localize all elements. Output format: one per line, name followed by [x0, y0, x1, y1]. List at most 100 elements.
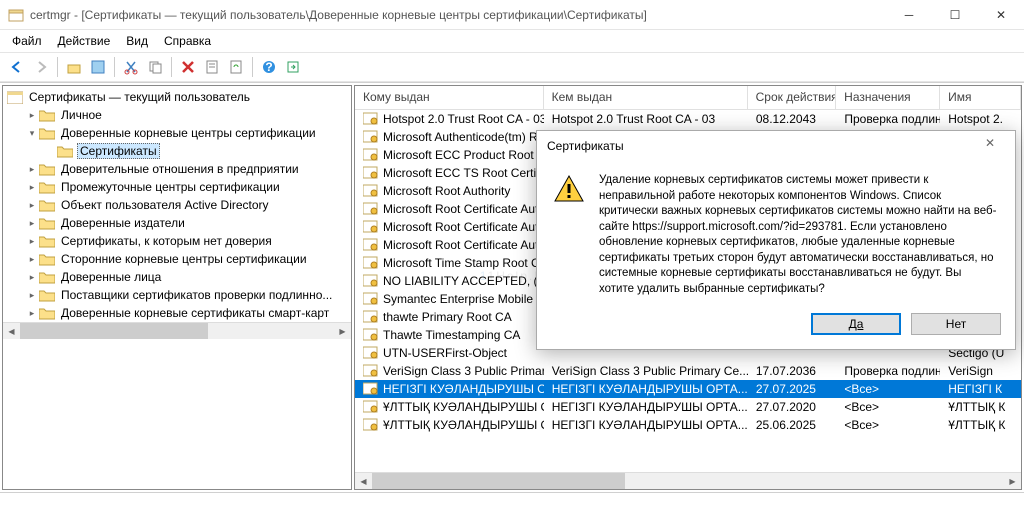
cell-issued-to: Hotspot 2.0 Trust Root CA - 03: [383, 112, 544, 126]
cell-issued-to: Microsoft Time Stamp Root Cer...: [383, 256, 544, 270]
cell-purpose: Проверка подлин...: [836, 112, 940, 126]
col-expiry[interactable]: Срок действия: [748, 86, 837, 109]
app-icon: [8, 7, 24, 23]
refresh-button[interactable]: [225, 56, 247, 78]
tree-item[interactable]: ▸ Доверенные корневые сертификаты смарт-к…: [3, 304, 351, 322]
expand-icon[interactable]: ▸: [25, 218, 39, 229]
maximize-button[interactable]: ☐: [932, 0, 978, 30]
forward-button[interactable]: [30, 56, 52, 78]
export-button[interactable]: [282, 56, 304, 78]
expand-icon[interactable]: ▸: [25, 308, 39, 319]
options-button[interactable]: [87, 56, 109, 78]
tree-scrollbar-h[interactable]: ◀▶: [3, 322, 351, 339]
yes-button[interactable]: Да: [811, 313, 901, 335]
cell-issued-to: Symantec Enterprise Mobile Ro...: [383, 292, 544, 306]
tree-item-label: Сертификаты, к которым нет доверия: [59, 234, 274, 248]
tree-item-label: Объект пользователя Active Directory: [59, 198, 271, 212]
cell-issued-to: Microsoft Authenticode(tm) Ro...: [383, 130, 544, 144]
menu-file[interactable]: Файл: [12, 34, 42, 48]
tree-item[interactable]: ▸ Поставщики сертификатов проверки подлин…: [3, 286, 351, 304]
cell-issued-to: Microsoft Root Certificate Auth...: [383, 202, 544, 216]
tree-root[interactable]: Сертификаты — текущий пользователь: [3, 88, 351, 106]
titlebar: certmgr - [Сертификаты — текущий пользов…: [0, 0, 1024, 30]
tree-item[interactable]: Сертификаты: [3, 142, 351, 160]
column-headers: Кому выдан Кем выдан Срок действия Назна…: [355, 86, 1021, 110]
cell-issued-by: VeriSign Class 3 Public Primary Ce...: [544, 364, 748, 378]
expand-icon[interactable]: ▸: [25, 110, 39, 121]
col-issued-by[interactable]: Кем выдан: [544, 86, 748, 109]
cell-issued-by: НЕГІЗГІ КУӘЛАНДЫРУШЫ ОРТА...: [544, 382, 748, 396]
tree-item[interactable]: ▸ Сертификаты, к которым нет доверия: [3, 232, 351, 250]
no-button[interactable]: Нет: [911, 313, 1001, 335]
expand-icon[interactable]: ▸: [25, 290, 39, 301]
col-issued-to[interactable]: Кому выдан: [355, 86, 544, 109]
tree-item-label: Поставщики сертификатов проверки подлинн…: [59, 288, 334, 302]
expand-icon[interactable]: ▸: [25, 182, 39, 193]
tree-item[interactable]: ▸Сторонние корневые центры сертификации: [3, 250, 351, 268]
tree-item-label: Доверенные издатели: [59, 216, 187, 230]
tree-item[interactable]: ▸ Объект пользователя Active Directory: [3, 196, 351, 214]
cut-button[interactable]: [120, 56, 142, 78]
expand-icon[interactable]: ▸: [25, 236, 39, 247]
cell-expiry: 27.07.2025: [748, 382, 836, 396]
help-button[interactable]: ?: [258, 56, 280, 78]
list-row[interactable]: VeriSign Class 3 Public Primary ...VeriS…: [355, 362, 1021, 380]
cell-issued-by: Hotspot 2.0 Trust Root CA - 03: [544, 112, 748, 126]
col-purpose[interactable]: Назначения: [836, 86, 940, 109]
cell-issued-by: НЕГІЗГІ КУӘЛАНДЫРУШЫ ОРТА...: [544, 418, 748, 432]
menu-view[interactable]: Вид: [126, 34, 148, 48]
close-button[interactable]: ✕: [978, 0, 1024, 30]
cell-name: НЕГІЗГІ К: [940, 382, 1021, 396]
tree-item[interactable]: ▸ Промежуточные центры сертификации: [3, 178, 351, 196]
tree-item-label: Сертификаты: [77, 143, 160, 159]
warning-icon: [553, 173, 585, 205]
cell-issued-to: ҰЛТТЫҚ КУӘЛАНДЫРУШЫ ОР...: [383, 418, 544, 432]
expand-icon[interactable]: ▾: [25, 128, 39, 139]
cell-purpose: Проверка подлин...: [836, 364, 940, 378]
list-row[interactable]: ҰЛТТЫҚ КУӘЛАНДЫРУШЫ ОР...НЕГІЗГІ КУӘЛАНД…: [355, 416, 1021, 434]
delete-button[interactable]: [177, 56, 199, 78]
expand-icon[interactable]: ▸: [25, 254, 39, 265]
cell-purpose: <Все>: [836, 382, 940, 396]
col-name[interactable]: Имя: [940, 86, 1021, 109]
list-scrollbar-h[interactable]: ◀▶: [355, 472, 1021, 489]
cell-expiry: 27.07.2020: [748, 400, 836, 414]
dialog-close-button[interactable]: ✕: [975, 136, 1005, 156]
menu-help[interactable]: Справка: [164, 34, 211, 48]
back-button[interactable]: [6, 56, 28, 78]
cell-purpose: <Все>: [836, 418, 940, 432]
tree-item[interactable]: ▸ Доверенные издатели: [3, 214, 351, 232]
tree-item[interactable]: ▾ Доверенные корневые центры сертификации: [3, 124, 351, 142]
up-button[interactable]: [63, 56, 85, 78]
tree-item[interactable]: ▸Доверительные отношения в предприятии: [3, 160, 351, 178]
copy-button[interactable]: [144, 56, 166, 78]
properties-button[interactable]: [201, 56, 223, 78]
cell-purpose: <Все>: [836, 400, 940, 414]
tree-panel[interactable]: Сертификаты — текущий пользователь ▸Личн…: [2, 85, 352, 490]
tree-item[interactable]: ▸Личное: [3, 106, 351, 124]
tree-item-label: Доверенные корневые центры сертификации: [59, 126, 318, 140]
list-row[interactable]: НЕГІЗГІ КУӘЛАНДЫРУШЫ ОРТА...НЕГІЗГІ КУӘЛ…: [355, 380, 1021, 398]
cell-issued-to: Thawte Timestamping CA: [383, 328, 520, 342]
expand-icon[interactable]: ▸: [25, 164, 39, 175]
cell-issued-to: Microsoft ECC Product Root C...: [383, 148, 544, 162]
cell-issued-to: ҰЛТТЫҚ КУӘЛАНДЫРУШЫ ОР...: [383, 400, 544, 414]
tree-item-label: Доверенные корневые сертификаты смарт-ка…: [59, 306, 331, 320]
cell-issued-to: thawte Primary Root CA: [383, 310, 512, 324]
expand-icon[interactable]: ▸: [25, 272, 39, 283]
cell-name: ҰЛТТЫҚ К: [940, 400, 1021, 414]
cell-name: VeriSign: [940, 364, 1021, 378]
list-row[interactable]: ҰЛТТЫҚ КУӘЛАНДЫРУШЫ ОР...НЕГІЗГІ КУӘЛАНД…: [355, 398, 1021, 416]
menu-action[interactable]: Действие: [58, 34, 111, 48]
list-row[interactable]: Hotspot 2.0 Trust Root CA - 03Hotspot 2.…: [355, 110, 1021, 128]
tree-item-label: Доверенные лица: [59, 270, 163, 284]
expand-icon[interactable]: ▸: [25, 200, 39, 211]
cell-issued-to: Microsoft Root Authority: [383, 184, 510, 198]
tree-item-label: Промежуточные центры сертификации: [59, 180, 282, 194]
cell-issued-to: Microsoft Root Certificate Auth...: [383, 220, 544, 234]
statusbar: [0, 492, 1024, 512]
menubar: Файл Действие Вид Справка: [0, 30, 1024, 52]
tree-item[interactable]: ▸ Доверенные лица: [3, 268, 351, 286]
tree-root-label: Сертификаты — текущий пользователь: [27, 90, 252, 104]
minimize-button[interactable]: ─: [886, 0, 932, 30]
